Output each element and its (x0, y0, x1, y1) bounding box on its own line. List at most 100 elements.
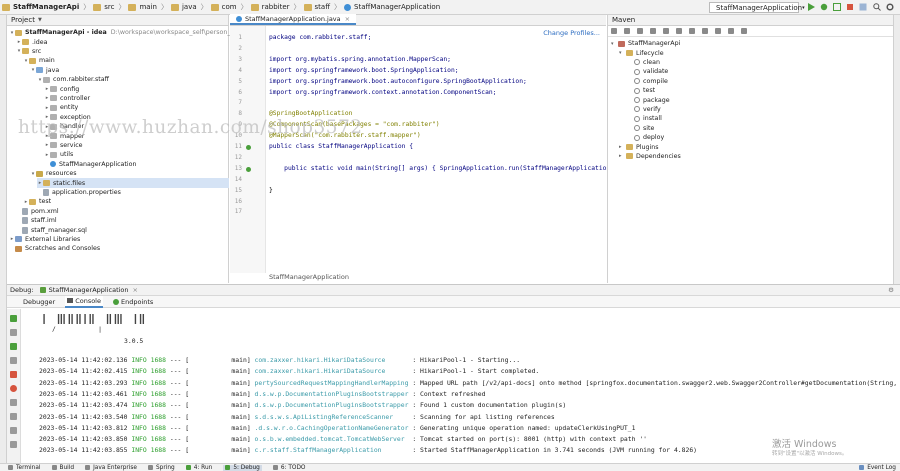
tree-item[interactable]: ▸ static.files (37, 178, 229, 188)
tool-window-button[interactable]: Terminal (8, 465, 41, 471)
collapse-all-icon[interactable] (728, 28, 734, 34)
run-configuration-select[interactable]: StaffManagerApplication ▾ (709, 2, 805, 13)
maven-item[interactable]: ▾ Lifecycle (619, 48, 664, 57)
mute-breakpoints-icon[interactable] (10, 399, 17, 406)
run-gutter-icon[interactable] (246, 145, 251, 150)
stop-button[interactable] (846, 3, 854, 11)
execute-goal-icon[interactable] (676, 28, 682, 34)
tab-debugger[interactable]: Debugger (21, 296, 57, 308)
tree-item[interactable]: ▸ utils (44, 150, 74, 159)
tree-item[interactable]: application.properties (37, 188, 121, 197)
tool-window-button[interactable]: Build (51, 465, 74, 471)
breakpoints-icon[interactable] (10, 385, 17, 392)
tree-item[interactable]: ▸ handler (44, 122, 84, 131)
run-maven-icon[interactable] (663, 28, 669, 34)
editor-breadcrumb[interactable]: StaffManagerApplication (269, 273, 349, 281)
tool-window-button[interactable]: 5: Debug (223, 464, 262, 471)
tree-item[interactable]: ▸ config (44, 84, 80, 93)
change-profiles-link[interactable]: Change Profiles... (543, 29, 600, 37)
tree-item[interactable]: Scratches and Consoles (9, 244, 100, 253)
run-gutter-icon[interactable] (246, 166, 251, 172)
debug-button[interactable] (820, 3, 828, 11)
breadcrumb-item[interactable]: main 〉 (128, 2, 168, 12)
stop-icon[interactable] (10, 371, 17, 378)
resume-icon[interactable] (10, 343, 17, 350)
tree-item[interactable]: staff.iml (16, 216, 57, 225)
reload-icon[interactable] (611, 28, 617, 34)
settings-icon[interactable] (10, 427, 17, 434)
tree-item[interactable]: ▸ controller (44, 94, 90, 103)
console-output[interactable]: Ⅰ ⅢⅡⅡⅠⅡ ⅡⅢ ⅠⅡ / | 3.0.5 2023-05-14 11:42… (24, 309, 900, 463)
maven-item[interactable]: compile (627, 77, 668, 86)
pin-icon[interactable] (10, 441, 17, 448)
maven-item[interactable]: ▸ Plugins (619, 142, 659, 151)
tree-item[interactable]: ▸ External Libraries (9, 235, 81, 244)
tree-item[interactable]: ▾ StaffManagerApi - idea D:\workspace\work… (9, 28, 262, 37)
tool-window-button[interactable]: 4: Run (185, 465, 212, 471)
maven-item[interactable]: site (627, 124, 654, 133)
up-icon[interactable] (10, 329, 17, 336)
maven-item[interactable]: ▾ StaffManagerApi (611, 39, 680, 48)
expand-toggle-icon[interactable]: ▸ (619, 144, 626, 150)
breadcrumb-item[interactable]: java 〉 (170, 2, 208, 12)
tree-item[interactable]: ▸ test (23, 197, 51, 206)
maven-item[interactable]: clean (627, 58, 660, 67)
maven-item[interactable]: test (627, 86, 655, 95)
tree-item[interactable]: ▾ resources (30, 169, 77, 178)
camera-icon[interactable] (10, 413, 17, 420)
tool-window-button[interactable]: Spring (147, 465, 175, 471)
maven-item[interactable]: ▸ Dependencies (619, 152, 681, 161)
maven-item[interactable]: verify (627, 105, 661, 114)
coverage-button[interactable] (833, 3, 841, 11)
maven-item[interactable]: package (627, 95, 670, 104)
tool-window-button[interactable]: Java Enterprise (85, 465, 137, 471)
toggle-offline-icon[interactable] (689, 28, 695, 34)
breadcrumb-item[interactable]: staff 〉 (303, 2, 341, 12)
search-icon[interactable] (873, 3, 881, 11)
editor-tab[interactable]: StaffManagerApplication.java × (230, 14, 357, 25)
tree-item[interactable]: ▸ mapper (44, 131, 85, 140)
breadcrumb-item[interactable]: StaffManagerApplication (344, 3, 440, 11)
tree-item[interactable]: pom.xml (16, 207, 59, 216)
wrench-icon[interactable] (741, 28, 747, 34)
add-icon[interactable] (650, 28, 656, 34)
run-button[interactable] (807, 3, 815, 11)
breadcrumb-item[interactable]: StaffManagerApi 〉 (2, 2, 90, 12)
structure-button[interactable] (859, 3, 867, 11)
breadcrumb-item[interactable]: com 〉 (210, 2, 248, 12)
close-icon[interactable]: × (345, 15, 350, 23)
maven-item[interactable]: install (627, 114, 662, 123)
tree-item[interactable]: ▸ service (44, 141, 83, 150)
tree-item[interactable]: ▾ src (16, 47, 41, 56)
project-panel-header[interactable]: Project ▼ (7, 15, 228, 26)
tree-item[interactable]: ▸ entity (44, 103, 79, 112)
breadcrumb-item[interactable]: rabbiter 〉 (250, 2, 301, 12)
pause-icon[interactable] (10, 357, 17, 364)
tree-item[interactable]: ▾ com.rabbiter.staff (37, 75, 109, 84)
maven-item[interactable]: validate (627, 67, 668, 76)
tool-window-button[interactable]: 6: TODO (272, 465, 306, 471)
rerun-icon[interactable] (10, 315, 17, 322)
download-icon[interactable] (637, 28, 643, 34)
gear-icon[interactable] (886, 3, 894, 11)
skip-tests-icon[interactable] (702, 28, 708, 34)
tree-item[interactable]: ▸ exception (44, 113, 91, 122)
close-icon[interactable]: × (133, 286, 138, 294)
generate-sources-icon[interactable] (624, 28, 630, 34)
tab-console[interactable]: Console (65, 295, 103, 308)
tree-item[interactable]: ▸ .idea (16, 37, 48, 46)
gear-icon[interactable]: ⚙ (888, 286, 894, 294)
debug-config-tab[interactable]: StaffManagerApplication × (39, 286, 138, 294)
tree-item[interactable]: staff_manager.sql (16, 225, 87, 234)
expand-toggle-icon[interactable]: ▸ (619, 153, 626, 159)
maven-item[interactable]: deploy (627, 133, 664, 142)
breadcrumb-item[interactable]: src 〉 (93, 2, 125, 12)
expand-toggle-icon[interactable]: ▾ (619, 50, 626, 56)
show-dependencies-icon[interactable] (715, 28, 721, 34)
expand-toggle-icon[interactable]: ▾ (611, 41, 618, 47)
tree-item[interactable]: ▾ java (30, 66, 59, 75)
tree-item[interactable]: ▾ main (23, 56, 55, 65)
event-log-button[interactable]: Event Log (859, 465, 896, 471)
tree-item[interactable]: StaffManagerApplication (44, 160, 136, 169)
tab-endpoints[interactable]: Endpoints (111, 296, 155, 308)
